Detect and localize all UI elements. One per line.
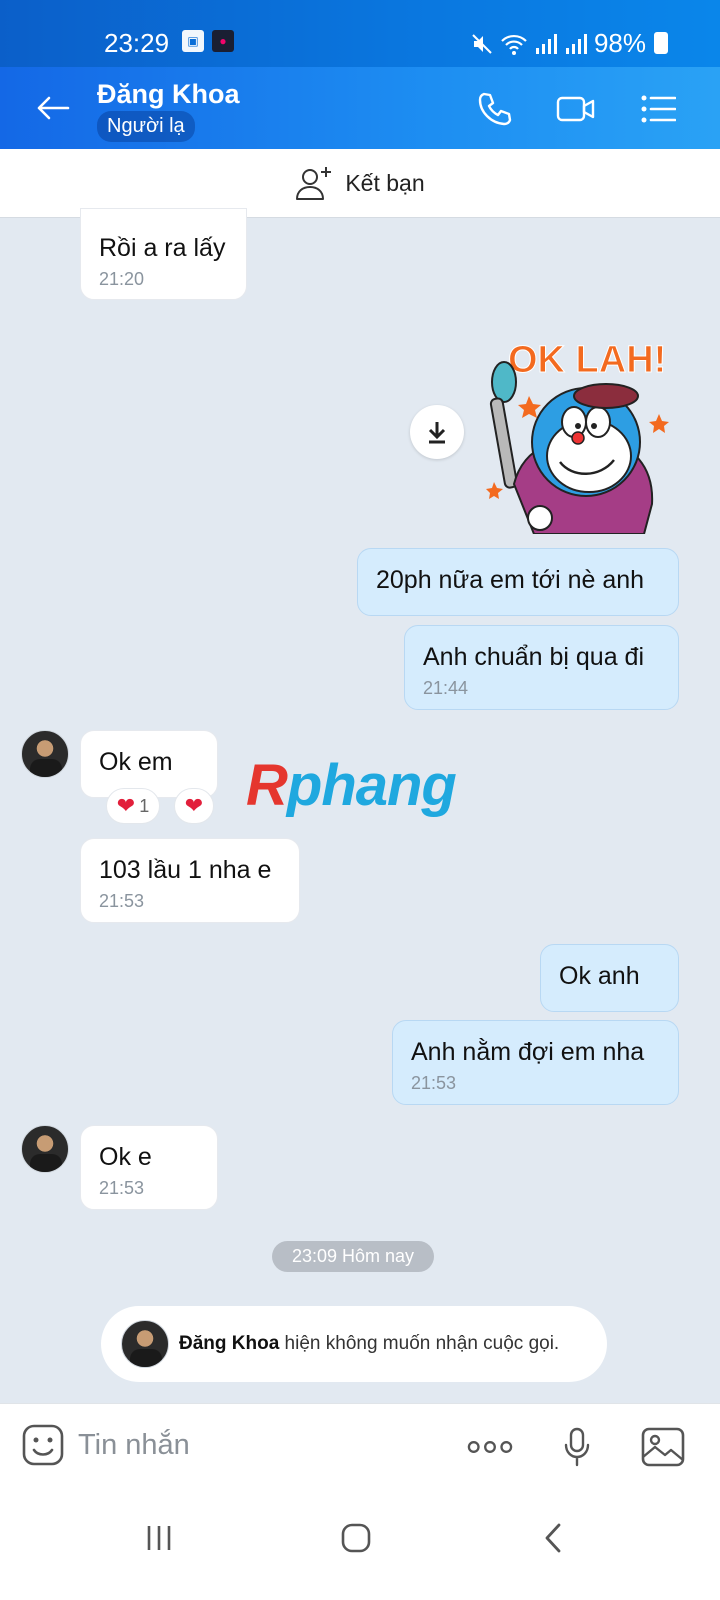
status-time: 23:29: [104, 28, 170, 58]
avatar[interactable]: [21, 1125, 69, 1173]
add-user-icon: [296, 167, 332, 200]
date-separator: 23:09 Hôm nay: [272, 1241, 434, 1272]
more-dots-icon: [467, 1441, 513, 1453]
system-navigation-bar: [0, 1487, 720, 1600]
message-text: Ok e: [99, 1143, 152, 1171]
video-call-button[interactable]: [554, 87, 598, 131]
message-text: 103 lầu 1 nha e: [99, 856, 272, 884]
phone-icon: [478, 92, 512, 126]
message-text: Rồi a ra lấy: [99, 234, 226, 262]
message-text: 20ph nữa em tới nè anh: [376, 566, 645, 594]
avatar[interactable]: [121, 1320, 169, 1368]
image-icon: [641, 1427, 685, 1467]
home-button[interactable]: [331, 1513, 381, 1563]
reaction-count-badge[interactable]: ❤ 1: [106, 788, 160, 824]
download-icon: [428, 422, 446, 444]
back-button[interactable]: [30, 85, 76, 131]
message-bubble[interactable]: 20ph nữa em tới nè anh: [357, 548, 679, 616]
sticker-image[interactable]: OK LAH!: [474, 334, 684, 535]
menu-button[interactable]: [636, 87, 680, 131]
notification-icons: ▣ ●: [182, 30, 234, 52]
list-menu-icon: [641, 95, 676, 123]
add-friend-label: Kết bạn: [345, 169, 425, 196]
mute-icon: [472, 33, 492, 54]
more-options-button[interactable]: [467, 1424, 513, 1470]
voice-call-button[interactable]: [472, 87, 516, 131]
message-text: Ok anh: [559, 962, 640, 990]
reaction-count: 1: [139, 795, 150, 816]
app-notification-icon: ●: [212, 30, 234, 52]
notice-text: Đăng Khoa hiện không muốn nhận cuộc gọi.: [179, 1333, 559, 1355]
avatar[interactable]: [21, 730, 69, 778]
call-notice: Đăng Khoa hiện không muốn nhận cuộc gọi.: [101, 1306, 607, 1382]
notice-name: Đăng Khoa: [179, 1333, 280, 1354]
stranger-badge: Người lạ: [97, 111, 195, 142]
message-time: 21:53: [99, 891, 145, 911]
voice-record-button[interactable]: [554, 1424, 600, 1470]
send-image-button[interactable]: [640, 1424, 686, 1470]
message-input[interactable]: [78, 1422, 438, 1468]
message-bubble[interactable]: 103 lầu 1 nha e 21:53: [80, 838, 300, 923]
message-text: Anh chuẩn bị qua đi: [423, 643, 645, 671]
emoji-icon: [22, 1424, 64, 1466]
signal-icon-2: [565, 33, 587, 54]
message-bubble[interactable]: Anh nằm đợi em nha 21:53: [392, 1020, 679, 1105]
message-bubble[interactable]: Rồi a ra lấy 21:20: [80, 208, 247, 300]
download-sticker-button[interactable]: [410, 405, 464, 459]
microphone-icon: [564, 1427, 590, 1467]
home-icon: [341, 1523, 371, 1553]
react-heart-button[interactable]: ❤: [174, 788, 214, 824]
contact-name[interactable]: Đăng Khoa: [97, 79, 240, 110]
status-bar: 23:29 ▣ ● 98%: [0, 0, 720, 67]
gallery-notification-icon: ▣: [182, 30, 204, 52]
doraemon-sticker: OK LAH!: [486, 339, 669, 535]
message-bubble[interactable]: Ok anh: [540, 944, 679, 1012]
message-input-bar: [0, 1403, 720, 1487]
watermark-rest: phang: [286, 753, 457, 818]
sticker-text: OK LAH!: [508, 339, 666, 381]
message-time: 21:20: [99, 269, 145, 289]
message-bubble[interactable]: Anh chuẩn bị qua đi 21:44: [404, 625, 679, 710]
notice-message: hiện không muốn nhận cuộc gọi.: [279, 1333, 560, 1354]
message-text: Ok em: [99, 748, 173, 776]
arrow-left-icon: [37, 96, 70, 120]
heart-icon: ❤: [116, 793, 136, 818]
message-bubble[interactable]: Ok e 21:53: [80, 1125, 218, 1210]
message-time: 21:53: [99, 1178, 145, 1198]
chat-header: Đăng Khoa Người lạ: [0, 67, 720, 149]
battery-icon: [654, 32, 668, 54]
video-camera-icon: [556, 96, 595, 122]
signal-icon: [535, 33, 557, 54]
message-time: 21:44: [423, 678, 469, 698]
recent-apps-icon: [147, 1526, 171, 1550]
emoji-button[interactable]: [22, 1424, 64, 1466]
battery-percent: 98%: [593, 28, 646, 58]
recent-apps-button[interactable]: [134, 1513, 184, 1563]
status-right: 98%: [470, 28, 646, 59]
message-time: 21:53: [411, 1073, 457, 1093]
system-back-button[interactable]: [528, 1513, 578, 1563]
watermark-logo: Rphang: [246, 752, 457, 819]
heart-icon: ❤: [184, 793, 204, 818]
wifi-icon: [501, 34, 527, 55]
chevron-left-icon: [545, 1523, 561, 1553]
watermark-first-letter: R: [246, 753, 288, 818]
message-text: Anh nằm đợi em nha: [411, 1038, 645, 1066]
